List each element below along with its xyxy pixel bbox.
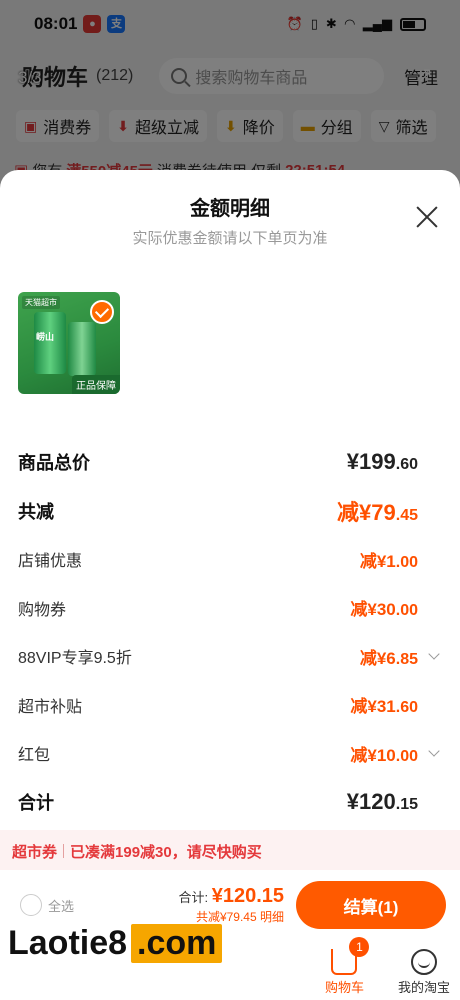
row-total-discount: 共减 减¥79.45 <box>18 499 418 525</box>
tab-my-taobao[interactable]: 我的淘宝 <box>398 949 450 996</box>
close-icon[interactable] <box>414 204 440 230</box>
chevron-down-icon[interactable] <box>428 745 440 757</box>
row-store-discount: 店铺优惠 减¥1.00 <box>18 551 418 571</box>
guarantee-tag: 正品保障 <box>72 375 120 394</box>
row-supermarket-subsidy: 超市补贴 减¥31.60 <box>18 697 418 717</box>
beer-can-image: 崂山 <box>34 312 66 374</box>
beer-can-image <box>68 322 96 376</box>
row-red-packet[interactable]: 红包 减¥10.00 <box>18 729 440 778</box>
product-thumbnail[interactable]: 天猫超市 崂山 正品保障 <box>18 292 120 394</box>
checkout-button[interactable]: 结算(1) <box>296 881 446 929</box>
smile-icon <box>410 949 437 975</box>
row-grand-total: 合计 ¥120.15 <box>18 788 418 814</box>
tab-cart[interactable]: 1 购物车 <box>325 937 370 996</box>
discount-detail-link[interactable]: 共减¥79.45 明细 <box>178 908 284 925</box>
chevron-down-icon[interactable] <box>428 648 440 660</box>
promo-text: 已凑满199减30，请尽快购买 <box>70 843 262 861</box>
sheet-title: 金额明细 <box>190 198 270 220</box>
row-88vip-discount[interactable]: 88VIP专享9.5折 减¥6.85 <box>18 632 440 681</box>
radio-icon <box>20 894 42 916</box>
row-shopping-coupon: 购物券 减¥30.00 <box>18 600 418 620</box>
row-subtotal: 商品总价 ¥199.60 <box>18 449 418 475</box>
product-badge: 天猫超市 <box>22 296 60 309</box>
promo-banner: 超市券 已凑满199减30，请尽快购买 <box>0 830 460 872</box>
promo-tag: 超市券 <box>12 843 58 861</box>
select-all-checkbox[interactable]: 全选 <box>20 894 74 916</box>
amount-detail-sheet: 金额明细 实际优惠金额请以下单页为准 天猫超市 崂山 正品保障 商品总价 ¥19… <box>0 170 460 940</box>
checkout-total: 合计: ¥120.15 共减¥79.45 明细 <box>178 885 284 925</box>
sheet-subtitle: 实际优惠金额请以下单页为准 <box>132 230 328 247</box>
price-breakdown: 商品总价 ¥199.60 共减 减¥79.45 店铺优惠 减¥1.00 购物券 … <box>18 438 440 826</box>
checkmark-icon <box>90 300 114 324</box>
cart-icon: 1 <box>331 937 370 975</box>
watermark-logo: Laotie8 .com <box>8 924 223 963</box>
cart-badge: 1 <box>349 937 370 957</box>
